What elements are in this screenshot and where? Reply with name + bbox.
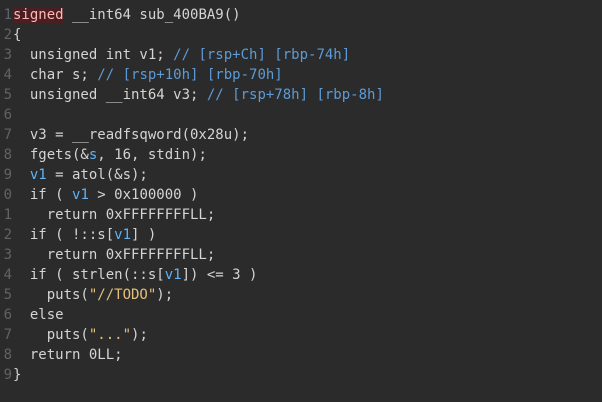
code-line[interactable]: 0 if ( v1 > 0x100000 ) <box>0 185 602 205</box>
code-line[interactable]: 4 char s; // [rsp+10h] [rbp-70h] <box>0 65 602 85</box>
code-token: if ( strlen(::s[ <box>13 267 165 283</box>
line-number: 9 <box>3 367 12 383</box>
line-number: 3 <box>3 247 12 263</box>
code-text: v3 = __readfsqword(0x28u); <box>13 125 249 145</box>
line-number: 7 <box>3 127 12 143</box>
line-number: 4 <box>3 67 12 83</box>
code-token: ] ) <box>131 227 157 243</box>
code-line[interactable]: 7 v3 = __readfsqword(0x28u); <box>0 125 602 145</box>
code-token: if ( <box>13 187 73 203</box>
code-token: if ( !::s[ <box>13 227 115 243</box>
code-token: } <box>13 367 22 383</box>
code-text: char s; // [rsp+10h] [rbp-70h] <box>13 65 283 85</box>
line-number: 8 <box>3 347 12 363</box>
code-line[interactable]: 1 signed __int64 sub_400BA9() <box>0 5 602 25</box>
code-line[interactable]: 8 return 0LL; <box>0 345 602 365</box>
line-number: 0 <box>3 187 12 203</box>
code-token: return 0LL; <box>13 347 123 363</box>
code-token: unsigned __int64 v3; <box>13 87 207 103</box>
code-token: ); <box>131 327 148 343</box>
code-line[interactable]: 6 <box>0 105 602 125</box>
code-text: puts("..."); <box>13 325 148 345</box>
code-token: return 0xFFFFFFFFLL; <box>13 247 216 263</box>
line-number: 1 <box>3 207 12 223</box>
code-text: if ( v1 > 0x100000 ) <box>13 185 199 205</box>
code-token: "..." <box>88 327 132 343</box>
code-text: else <box>13 305 64 325</box>
code-line[interactable]: 8 fgets(&s, 16, stdin); <box>0 145 602 165</box>
code-token: "//TODO" <box>88 287 157 303</box>
code-token: v1 <box>72 187 89 203</box>
code-text: unsigned int v1; // [rsp+Ch] [rbp-74h] <box>13 45 350 65</box>
line-number: 8 <box>3 147 12 163</box>
line-number: 2 <box>3 227 12 243</box>
line-number: 9 <box>3 167 12 183</box>
code-line[interactable]: 7 puts("..."); <box>0 325 602 345</box>
code-token: v1 <box>114 227 132 243</box>
code-token: ]) <= 3 ) <box>181 267 258 283</box>
line-number: 3 <box>3 47 12 63</box>
code-token: v1 <box>29 167 47 183</box>
line-number: 6 <box>3 307 12 323</box>
code-token: puts( <box>13 327 89 343</box>
code-text: return 0xFFFFFFFFLL; <box>13 205 216 225</box>
code-line[interactable]: 9 v1 = atol(&s); <box>0 165 602 185</box>
code-token: puts( <box>13 287 89 303</box>
line-number: 7 <box>3 327 12 343</box>
code-line[interactable]: 5 puts("//TODO"); <box>0 285 602 305</box>
code-token: v1 <box>164 267 182 283</box>
code-token: char s; <box>13 67 98 83</box>
line-number: 2 <box>3 27 12 43</box>
code-line[interactable]: 3 return 0xFFFFFFFFLL; <box>0 245 602 265</box>
code-text: signed __int64 sub_400BA9() <box>13 5 241 25</box>
code-line[interactable]: 4 if ( strlen(::s[v1]) <= 3 ) <box>0 265 602 285</box>
decompiler-code-view[interactable]: 1 signed __int64 sub_400BA9() 2{3 unsigned… <box>0 0 602 402</box>
line-number: 4 <box>3 267 12 283</box>
code-token: // [rsp+Ch] [rbp-74h] <box>173 47 351 63</box>
code-token: , 16, stdin); <box>97 147 207 163</box>
code-text: if ( !::s[v1] ) <box>13 225 156 245</box>
code-token: { <box>13 27 22 43</box>
code-token: // [rsp+10h] [rbp-70h] <box>97 67 283 83</box>
line-number: 1 <box>3 7 12 23</box>
code-token: __int64 sub_400BA9() <box>63 7 241 23</box>
code-token: return 0xFFFFFFFFLL; <box>13 207 216 223</box>
code-token: // [rsp+78h] [rbp-8h] <box>206 87 384 103</box>
highlighted-token: signed <box>13 7 64 23</box>
code-text: return 0LL; <box>13 345 123 365</box>
line-number: 5 <box>3 87 12 103</box>
line-number: 6 <box>3 107 12 123</box>
code-text: unsigned __int64 v3; // [rsp+78h] [rbp-8… <box>13 85 384 105</box>
code-line[interactable]: 6 else <box>0 305 602 325</box>
code-text: if ( strlen(::s[v1]) <= 3 ) <box>13 265 258 285</box>
code-token: ); <box>156 287 174 303</box>
code-token: = atol(&s); <box>46 167 148 183</box>
code-token: unsigned int v1; <box>13 47 174 63</box>
code-text: puts("//TODO"); <box>13 285 173 305</box>
code-line[interactable]: 5 unsigned __int64 v3; // [rsp+78h] [rbp… <box>0 85 602 105</box>
code-token: fgets(& <box>13 147 89 163</box>
code-text: } <box>13 365 21 385</box>
line-number: 5 <box>3 287 12 303</box>
code-text: fgets(&s, 16, stdin); <box>13 145 207 165</box>
code-token: > 0x100000 ) <box>88 187 199 203</box>
code-text: v1 = atol(&s); <box>13 165 148 185</box>
code-text: return 0xFFFFFFFFLL; <box>13 245 216 265</box>
code-line[interactable]: 9} <box>0 365 602 385</box>
code-line[interactable]: 2 if ( !::s[v1] ) <box>0 225 602 245</box>
code-line[interactable]: 2{ <box>0 25 602 45</box>
code-token: else <box>13 307 64 323</box>
code-line[interactable]: 3 unsigned int v1; // [rsp+Ch] [rbp-74h] <box>0 45 602 65</box>
code-line[interactable]: 1 return 0xFFFFFFFFLL; <box>0 205 602 225</box>
code-token: v3 = __readfsqword(0x28u); <box>13 127 250 143</box>
code-text: { <box>13 25 21 45</box>
